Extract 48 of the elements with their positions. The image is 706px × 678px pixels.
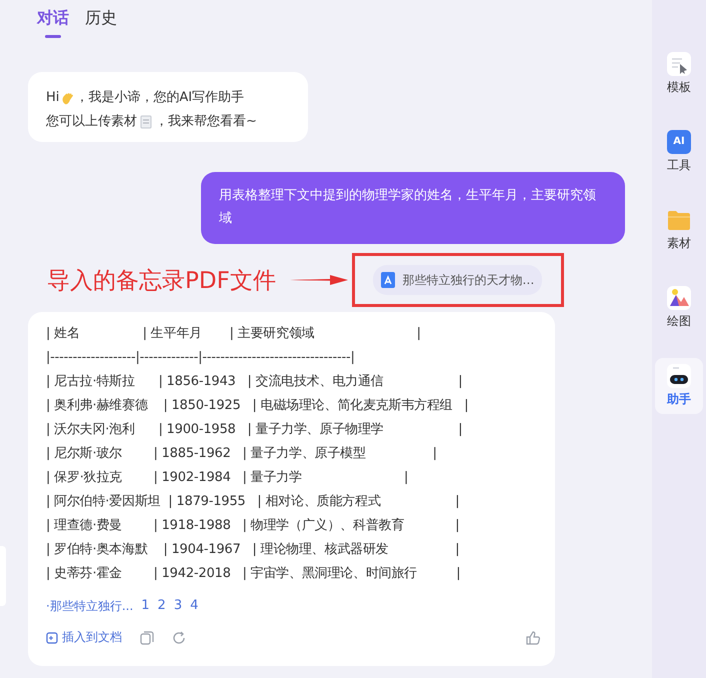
folder-icon (667, 208, 691, 232)
thumbs-up-icon (526, 630, 540, 644)
file-chip[interactable]: 那些特立独行的天才物… (373, 265, 542, 295)
ai-logo: AI (667, 130, 691, 154)
robot-icon (667, 364, 691, 388)
source-link[interactable]: ·那些特立独行... (46, 598, 134, 615)
picture-icon (667, 286, 691, 310)
refresh-icon[interactable] (172, 630, 186, 644)
annotation-text: 导入的备忘录PDF文件 (47, 266, 276, 296)
waving-hand-icon (61, 91, 76, 105)
table-text-line: | 尼尔斯·玻尔 | 1885-1962 | 量子力学、原子模型 | (46, 445, 438, 463)
sidebar-label: 模板 (667, 79, 691, 96)
tab[interactable]: 历史 (85, 6, 117, 38)
page-link[interactable]: 4 (190, 598, 198, 615)
pdf-file-icon (381, 272, 396, 288)
table-text-line: | 史蒂芬·霍金 | 1942-2018 | 宇宙学、黑洞理论、时间旅行 | (46, 565, 462, 583)
tab[interactable]: 对话 (37, 6, 69, 38)
greeting-text: ，我是小谛，您的AI写作助手 (75, 89, 244, 107)
copy-icon[interactable] (140, 630, 154, 644)
table-text-line: | 奥利弗·赫维赛德 | 1850-1925 | 电磁场理论、简化麦克斯韦方程组 | (46, 397, 470, 415)
message-bubble: 用表格整理下文中提到的物理学家的姓名，生平年月，主要研究领域 (201, 172, 625, 244)
table-text-line: | 姓名 | 生平年月 | 主要研究领域 | (46, 325, 422, 343)
sidebar-label: 工具 (667, 157, 691, 174)
table-text-line: | 理查德·费曼 | 1918-1988 | 物理学（广义）、科普教育 | (46, 516, 460, 535)
sidebar-item[interactable]: 素材 (655, 202, 703, 258)
table-text-line: | 阿尔伯特·爱因斯坦 | 1879-1955 | 相对论、质能方程式 | (46, 493, 460, 511)
page-link[interactable]: 2 (158, 598, 166, 615)
insert-button[interactable]: 插入到文档 (46, 629, 122, 646)
sidebar-label: 绘图 (667, 313, 691, 330)
table-text-line: | 保罗·狄拉克 | 1902-1984 | 量子力学 | (46, 469, 410, 487)
table-text-line: |-------------------|-------------|---------------------------------| (46, 349, 356, 367)
sidebar-label: 助手 (667, 391, 691, 408)
table-text-line: | 罗伯特·奥本海默 | 1904-1967 | 理论物理、核武器研发 | (46, 541, 460, 559)
greeting-text: ，我来帮您看看~ (155, 113, 257, 131)
sidebar-item[interactable]: 助手 (655, 358, 703, 414)
greeting-text: Hi (46, 89, 60, 107)
sidebar-label: 素材 (667, 235, 691, 252)
sidebar-item[interactable]: AI 工具 (655, 124, 703, 180)
page-link[interactable]: 3 (174, 598, 182, 615)
table-text-line: | 尼古拉·特斯拉 | 1856-1943 | 交流电技术、电力通信 | (46, 373, 464, 391)
sidebar-item[interactable]: 模板 (655, 46, 703, 102)
sidebar-item[interactable]: 绘图 (655, 280, 703, 336)
page-link[interactable]: 1 (141, 598, 150, 615)
insert-icon (46, 632, 58, 644)
document-icon (140, 115, 152, 129)
table-text-line: | 沃尔夫冈·泡利 | 1900-1958 | 量子力学、原子物理学 | (46, 421, 464, 439)
template-icon (667, 52, 691, 76)
greeting-text: 您可以上传素材 (46, 113, 137, 131)
